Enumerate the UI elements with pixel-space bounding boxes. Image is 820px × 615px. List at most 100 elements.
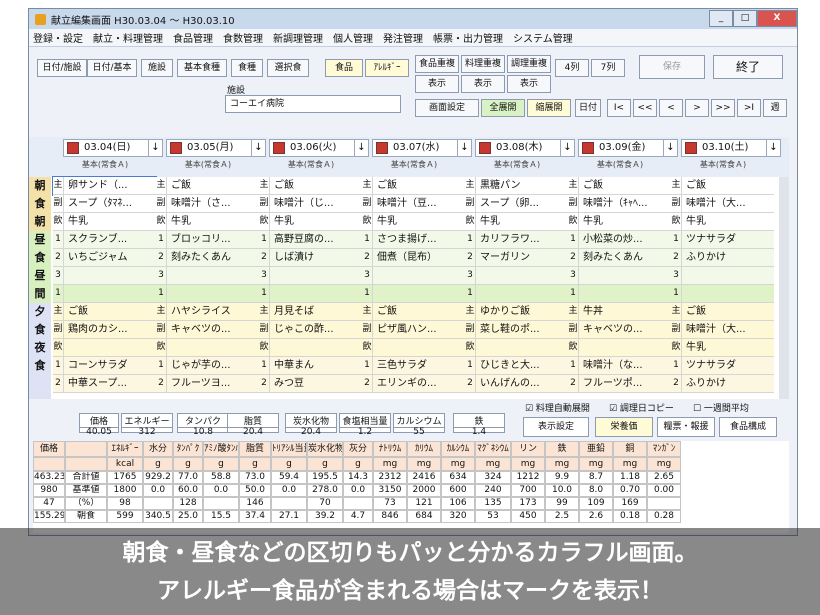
menu-cell[interactable]: 2 フルーツヨ...: [156, 375, 259, 393]
menu-cell[interactable]: 2 エリンギの...: [362, 375, 465, 393]
menu-cell[interactable]: 飲牛乳: [156, 213, 259, 231]
menu-cell[interactable]: 3: [568, 267, 671, 285]
food-button[interactable]: 食品: [325, 59, 363, 77]
menu-cell[interactable]: 副味噌汁（豆...: [362, 195, 465, 213]
menu-cell[interactable]: 2 しば漬け: [259, 249, 362, 267]
nav-first[interactable]: I<: [607, 99, 631, 117]
option-checkbox[interactable]: ☑ 調理日コピー: [609, 401, 674, 414]
menu-item[interactable]: システム管理: [513, 30, 573, 45]
date-button[interactable]: 日付: [575, 99, 601, 117]
menu-cell[interactable]: 2 ふりかけ: [671, 249, 774, 267]
menu-item[interactable]: 新調理管理: [273, 30, 323, 45]
menu-cell[interactable]: 1: [362, 285, 465, 303]
menu-cell[interactable]: 2 中華スープ...: [53, 375, 156, 393]
menu-cell[interactable]: 3: [671, 267, 774, 285]
menu-item[interactable]: 帳票・出力管理: [433, 30, 503, 45]
menu-cell[interactable]: 副味噌汁（大...: [671, 195, 774, 213]
menu-item[interactable]: 献立・料理管理: [93, 30, 163, 45]
food-dup-button[interactable]: 食品重複: [415, 55, 459, 73]
menu-cell[interactable]: 1 カリフラワ...: [465, 231, 568, 249]
menu-cell[interactable]: 主ご飯: [259, 177, 362, 195]
option-checkbox[interactable]: ☐ 一週間平均: [693, 401, 749, 414]
chevron-down-icon[interactable]: ↓: [354, 140, 368, 156]
display-settings-button[interactable]: 表示設定: [523, 417, 589, 437]
menu-item[interactable]: 発注管理: [383, 30, 423, 45]
menu-cell[interactable]: 飲牛乳: [568, 213, 671, 231]
menu-cell[interactable]: 3: [362, 267, 465, 285]
menu-item[interactable]: 登録・設定: [33, 30, 83, 45]
menu-cell[interactable]: 1: [156, 285, 259, 303]
chevron-down-icon[interactable]: ↓: [251, 140, 265, 156]
menu-cell[interactable]: 3: [259, 267, 362, 285]
menu-cell[interactable]: 1 コーンサラダ: [53, 357, 156, 375]
menu-cell[interactable]: 副キャベツの...: [156, 321, 259, 339]
minimize-button[interactable]: _: [709, 10, 733, 27]
menu-cell[interactable]: 1: [465, 285, 568, 303]
menu-cell[interactable]: 副鶏肉のカシ...: [53, 321, 156, 339]
chevron-down-icon[interactable]: ↓: [457, 140, 471, 156]
dish-dup-button[interactable]: 料理重複: [461, 55, 505, 73]
facility-select[interactable]: コーエイ病院: [225, 95, 401, 113]
menu-cell[interactable]: 2 佃煮（昆布）: [362, 249, 465, 267]
menu-cell[interactable]: 1 ツナサラダ: [671, 357, 774, 375]
collapse-button[interactable]: 縮展開: [527, 99, 571, 117]
menu-cell[interactable]: 副スープ（卵...: [465, 195, 568, 213]
menu-cell[interactable]: 飲: [259, 339, 362, 357]
menu-cell[interactable]: 副味噌汁（大...: [671, 321, 774, 339]
option-checkbox[interactable]: ☑ 料理自動展開: [525, 401, 590, 414]
nav-next[interactable]: >: [685, 99, 709, 117]
show-food-dup[interactable]: 表示: [415, 75, 459, 93]
menu-item[interactable]: 食品管理: [173, 30, 213, 45]
menu-cell[interactable]: 1 三色サラダ: [362, 357, 465, 375]
menu-cell[interactable]: 飲: [465, 339, 568, 357]
menu-cell[interactable]: 2 みつ豆: [259, 375, 362, 393]
menu-cell[interactable]: 1 じゃが芋の...: [156, 357, 259, 375]
menu-cell[interactable]: 主ゆかりご飯: [465, 303, 568, 321]
day-button[interactable]: 03.10(土) ↓: [681, 139, 781, 157]
save-button[interactable]: 保存: [639, 55, 705, 79]
menu-cell[interactable]: 3: [53, 267, 156, 285]
tab-date-basic[interactable]: 日付/基本: [87, 59, 137, 77]
menu-cell[interactable]: 1: [259, 285, 362, 303]
menu-cell[interactable]: 1 さつま揚げ...: [362, 231, 465, 249]
grid-scrollbar[interactable]: [779, 177, 789, 399]
menu-cell[interactable]: 副味噌汁（ｷｬﾍ...: [568, 195, 671, 213]
menu-cell[interactable]: 飲: [156, 339, 259, 357]
menu-cell[interactable]: 飲牛乳: [671, 213, 774, 231]
chevron-down-icon[interactable]: ↓: [560, 140, 574, 156]
menu-cell[interactable]: 3: [465, 267, 568, 285]
menu-cell[interactable]: 主ご飯: [362, 303, 465, 321]
tab-meal-type[interactable]: 食種: [231, 59, 263, 77]
nav-last[interactable]: >I: [737, 99, 761, 117]
menu-cell[interactable]: 飲牛乳: [465, 213, 568, 231]
nutrition-tab-button[interactable]: 食品構成: [719, 417, 777, 437]
seven-cols-button[interactable]: 7列: [591, 59, 625, 77]
tab-selectable-meal[interactable]: 選択食: [267, 59, 309, 77]
nav-next-page[interactable]: >>: [711, 99, 735, 117]
day-button[interactable]: 03.04(日) ↓: [63, 139, 163, 157]
menu-cell[interactable]: 主ご飯: [156, 177, 259, 195]
menu-cell[interactable]: 飲: [53, 339, 156, 357]
menu-cell[interactable]: 主ご飯: [568, 177, 671, 195]
show-cook-dup[interactable]: 表示: [507, 75, 551, 93]
show-dish-dup[interactable]: 表示: [461, 75, 505, 93]
menu-cell[interactable]: 2 ふりかけ: [671, 375, 774, 393]
chevron-down-icon[interactable]: ↓: [766, 140, 780, 156]
nutrition-tab-button[interactable]: 糧票・報援: [657, 417, 715, 437]
exit-button[interactable]: 終了: [713, 55, 783, 79]
nav-prev[interactable]: <: [659, 99, 683, 117]
expand-all-button[interactable]: 全展開: [481, 99, 525, 117]
menu-cell[interactable]: 副スープ（ﾀﾏﾈ...: [53, 195, 156, 213]
cook-dup-button[interactable]: 調理重複: [507, 55, 551, 73]
menu-cell[interactable]: 主ご飯: [53, 303, 156, 321]
allergy-button[interactable]: ｱﾚﾙｷﾞｰ: [365, 59, 409, 77]
menu-cell[interactable]: 1 味噌汁（な...: [568, 357, 671, 375]
menu-cell[interactable]: 飲牛乳: [362, 213, 465, 231]
menu-cell[interactable]: 1: [568, 285, 671, 303]
menu-item[interactable]: 食数管理: [223, 30, 263, 45]
menu-cell[interactable]: 主月見そば: [259, 303, 362, 321]
menu-cell[interactable]: 2 マーガリン: [465, 249, 568, 267]
menu-cell[interactable]: 2 いちごジャム: [53, 249, 156, 267]
menu-cell[interactable]: 1 高野豆腐の...: [259, 231, 362, 249]
menu-cell[interactable]: 1: [671, 285, 774, 303]
